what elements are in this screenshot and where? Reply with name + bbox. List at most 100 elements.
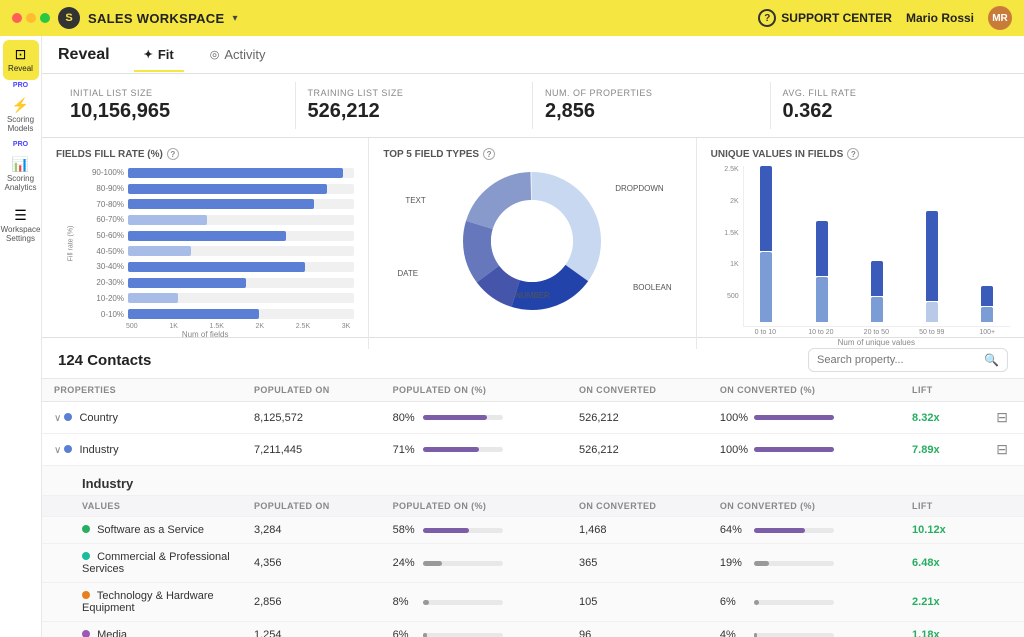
- progress-industry-converted: 100%: [720, 444, 888, 456]
- tab-bar: Reveal ✦ Fit ◎ Activity: [42, 36, 1024, 74]
- sub-td-tech-value: Technology & Hardware Equipment: [42, 583, 242, 622]
- sub-td-media-converted: 96: [567, 622, 708, 637]
- td-country-converted: 526,212: [567, 402, 708, 434]
- sub-td-tech-converted: 105: [567, 583, 708, 622]
- bar-row-0-10: 0-10%: [86, 309, 354, 319]
- td-country-populated-pct: 80%: [381, 402, 567, 434]
- sub-th-converted-pct: ON CONVERTED (%): [708, 496, 900, 517]
- top5-help-icon[interactable]: ?: [483, 148, 495, 160]
- expand-industry-icon[interactable]: ∨: [54, 445, 61, 456]
- col-bar-med-1: [816, 277, 828, 322]
- sub-th-on-converted: ON CONVERTED: [567, 496, 708, 517]
- tab-fit-label: Fit: [158, 47, 174, 62]
- sub-td-media-converted-pct: 4%: [708, 622, 900, 637]
- traffic-light-green[interactable]: [40, 13, 50, 23]
- pro-badge-scoring-analytics: PRO: [13, 141, 28, 148]
- td-country-populated: 8,125,572: [242, 402, 381, 434]
- expanded-title: Industry: [42, 470, 1024, 495]
- sub-row-commercial: Commercial & Professional Services 4,356…: [42, 544, 1024, 583]
- y-axis-label-fill-rate: Fill rate (%): [68, 226, 75, 262]
- traffic-lights: [12, 13, 50, 23]
- chart-top5-field-types: TOP 5 FIELD TYPES ?: [369, 138, 696, 349]
- columns-container: [743, 166, 1010, 327]
- td-country-lift: 8.32x: [900, 402, 980, 434]
- stat-label-avg-fill: AVG. FILL RATE: [783, 88, 997, 98]
- dot-tech: [82, 591, 90, 599]
- expand-country-icon[interactable]: ∨: [54, 413, 61, 424]
- stat-label-num-properties: NUM. OF PROPERTIES: [545, 88, 758, 98]
- chart-unique-values: UNIQUE VALUES IN FIELDS ? 2.5K 2K 1.5K 1…: [697, 138, 1024, 349]
- sidebar-label-scoring-models: ScoringModels: [7, 116, 34, 134]
- td-industry-populated: 7,211,445: [242, 434, 381, 466]
- sidebar-item-scoring-models[interactable]: ⚡ ScoringModels: [3, 91, 39, 140]
- filter-icon-industry[interactable]: ⊟: [992, 439, 1012, 459]
- sub-td-tech-lift: 2.21x: [900, 583, 980, 622]
- label-date: DATE: [397, 269, 418, 278]
- dot-commercial: [82, 552, 90, 560]
- tab-activity[interactable]: ◎ Activity: [200, 39, 276, 72]
- td-country-converted-pct: 100%: [708, 402, 900, 434]
- table-header-row: PROPERTIES POPULATED ON POPULATED ON (%)…: [42, 379, 1024, 402]
- main-layout: ⊡ Reveal PRO ⚡ ScoringModels PRO 📊 Scori…: [0, 36, 1024, 637]
- td-industry-lift: 7.89x: [900, 434, 980, 466]
- dot-media: [82, 630, 90, 637]
- tab-fit[interactable]: ✦ Fit: [134, 39, 184, 72]
- sidebar-item-scoring-analytics[interactable]: 📊 ScoringAnalytics: [3, 150, 39, 199]
- chart-unique-title: UNIQUE VALUES IN FIELDS ?: [711, 148, 1010, 160]
- table-row-industry: ∨ Industry 7,211,445 71% 526,212: [42, 434, 1024, 466]
- progress-country-populated: 80%: [393, 412, 555, 424]
- search-box[interactable]: 🔍: [808, 348, 1008, 372]
- sub-td-tech-populated-pct: 8%: [381, 583, 567, 622]
- stat-initial-list-size: INITIAL LIST SIZE 10,156,965: [58, 82, 296, 129]
- bar-row-10-20: 10-20%: [86, 293, 354, 303]
- td-industry-converted-pct: 100%: [708, 434, 900, 466]
- unique-help-icon[interactable]: ?: [847, 148, 859, 160]
- charts-section: FIELDS FILL RATE (%) ? Fill rate (%) 90-…: [42, 138, 1024, 338]
- bar-row-90-100: 90-100%: [86, 168, 354, 178]
- sidebar-label-scoring-analytics: ScoringAnalytics: [5, 175, 37, 193]
- stat-label-initial: INITIAL LIST SIZE: [70, 88, 283, 98]
- support-center-label: SUPPORT CENTER: [781, 11, 892, 25]
- th-properties: PROPERTIES: [42, 379, 242, 402]
- sub-td-saas-populated-pct: 58%: [381, 517, 567, 544]
- search-input[interactable]: [817, 354, 978, 366]
- td-industry-filter: ⊟: [980, 434, 1024, 466]
- chart-fill-rate-title: FIELDS FILL RATE (%) ?: [56, 148, 354, 160]
- bar-row-60-70: 60-70%: [86, 215, 354, 225]
- avatar[interactable]: MR: [988, 6, 1012, 30]
- sub-td-saas-converted-pct: 64%: [708, 517, 900, 544]
- sub-td-media-populated: 1,254: [242, 622, 381, 637]
- user-name: Mario Rossi: [906, 11, 974, 25]
- sidebar-item-reveal[interactable]: ⊡ Reveal: [3, 40, 39, 80]
- sub-td-saas-populated: 3,284: [242, 517, 381, 544]
- col-bar-dark-4: [981, 286, 993, 306]
- traffic-light-red[interactable]: [12, 13, 22, 23]
- stat-value-avg-fill: 0.362: [783, 100, 997, 123]
- sub-th-lift: LIFT: [900, 496, 980, 517]
- progress-country-converted: 100%: [720, 412, 888, 424]
- col-group-100plus: [965, 286, 1010, 322]
- col-bar-dark-1: [816, 221, 828, 276]
- section-title: Reveal: [58, 46, 110, 64]
- sub-row-saas: Software as a Service 3,284 58% 1,468: [42, 517, 1024, 544]
- bar-row-20-30: 20-30%: [86, 278, 354, 288]
- sub-row-tech: Technology & Hardware Equipment 2,856 8%…: [42, 583, 1024, 622]
- workspace-chevron-icon[interactable]: ▾: [232, 13, 237, 24]
- progress-industry-populated: 71%: [393, 444, 555, 456]
- support-icon: ?: [758, 9, 776, 27]
- sub-td-tech-converted-pct: 6%: [708, 583, 900, 622]
- filter-icon-country[interactable]: ⊟: [992, 407, 1012, 427]
- sidebar: ⊡ Reveal PRO ⚡ ScoringModels PRO 📊 Scori…: [0, 36, 42, 637]
- sub-td-commercial-value: Commercial & Professional Services: [42, 544, 242, 583]
- top-bar-right: ? SUPPORT CENTER Mario Rossi MR: [758, 6, 1012, 30]
- reveal-icon: ⊡: [15, 46, 27, 63]
- stat-value-initial: 10,156,965: [70, 100, 283, 123]
- support-center-button[interactable]: ? SUPPORT CENTER: [758, 9, 892, 27]
- x-axis-label-fill-rate: Num of fields: [56, 330, 354, 339]
- fill-rate-help-icon[interactable]: ?: [167, 148, 179, 160]
- content: Reveal ✦ Fit ◎ Activity INITIAL LIST SIZ…: [42, 36, 1024, 637]
- col-group-50-99: [909, 211, 954, 322]
- activity-tab-icon: ◎: [210, 48, 220, 61]
- traffic-light-yellow[interactable]: [26, 13, 36, 23]
- sidebar-item-workspace-settings[interactable]: ☰ WorkspaceSettings: [3, 201, 39, 250]
